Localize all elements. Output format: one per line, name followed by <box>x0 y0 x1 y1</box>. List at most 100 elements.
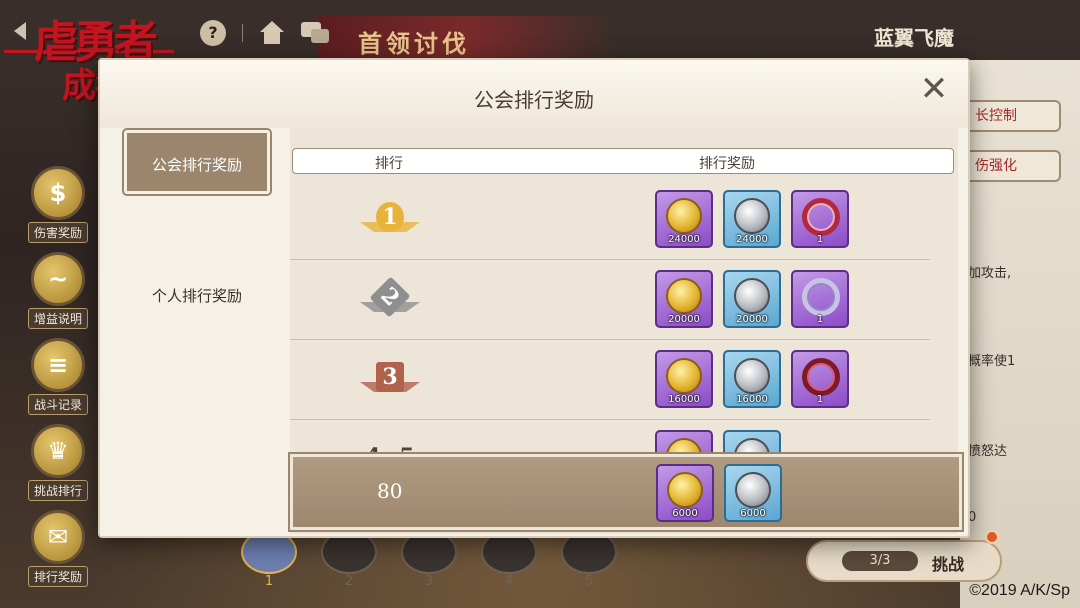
column-header-reward: 排行奖励 <box>699 156 755 172</box>
stage-tab[interactable]: 5 <box>560 530 618 589</box>
reward-item-dark-ring[interactable]: 1 <box>791 350 849 408</box>
stage-tab[interactable]: 3 <box>400 530 458 589</box>
stage-number: 5 <box>584 574 594 589</box>
ring-icon <box>802 278 840 316</box>
stage-tab[interactable]: 2 <box>320 530 378 589</box>
tab-guild-ranking-reward[interactable]: 公会排行奖励 <box>122 128 272 196</box>
tab-personal-ranking-reward[interactable]: 个人排行奖励 <box>124 264 270 328</box>
document-icon: ≡ <box>31 338 85 392</box>
reward-quantity: 16000 <box>736 394 768 405</box>
reward-item-silver-coin[interactable]: 20000 <box>723 270 781 328</box>
reward-quantity: 1 <box>816 394 824 405</box>
reward-quantity: 24000 <box>736 234 768 245</box>
reward-item-gold-coin[interactable]: 6000 <box>656 464 714 522</box>
left-menu-challenge-ranking[interactable]: ♛ 挑战排行 <box>18 424 98 510</box>
reward-item-silver-coin[interactable]: 6000 <box>724 464 782 522</box>
rank-medal-icon: 3 <box>360 352 420 406</box>
help-icon[interactable]: ? <box>200 20 226 46</box>
silver-coin-icon <box>734 278 770 314</box>
my-guild-rank-row: 80 6000 6000 <box>288 452 964 532</box>
stage-number: 2 <box>344 574 354 589</box>
left-menu-label: 增益说明 <box>27 308 88 329</box>
boss-desc-text: 愤怒达 <box>968 444 1008 459</box>
dialog-header: 公会排行奖励 ✕ <box>100 60 968 128</box>
table-row: 3 16000 16000 1 <box>290 340 930 420</box>
home-icon[interactable] <box>259 21 285 45</box>
boss-tag: 长控制 <box>965 100 1061 132</box>
chest-icon: ✉ <box>31 510 85 564</box>
table-row: 1 24000 24000 1 <box>290 180 930 260</box>
left-menu-ranking-reward[interactable]: ✉ 排行奖励 <box>18 510 98 596</box>
stage-number: 1 <box>264 574 274 589</box>
trend-chart-icon: ~ <box>31 252 85 306</box>
boss-name: 蓝翼飞魔 <box>874 26 954 50</box>
reward-item-gold-coin[interactable]: 24000 <box>655 190 713 248</box>
left-menu-damage-reward[interactable]: $ 伤害奖励 <box>18 166 98 252</box>
reward-quantity: 20000 <box>668 314 700 325</box>
left-menu-buff-info[interactable]: ~ 增益说明 <box>18 252 98 338</box>
ring-icon <box>802 198 840 236</box>
table-header: 排行 排行奖励 <box>292 148 954 174</box>
left-menu-label: 排行奖励 <box>27 566 88 587</box>
stage-number: 3 <box>424 574 434 589</box>
reward-quantity: 6000 <box>740 508 766 519</box>
rank-number: 3 <box>376 362 404 392</box>
copyright-text: ©2019 A/K/Sp <box>969 582 1070 599</box>
gold-coin-icon <box>666 198 702 234</box>
top-toolbar: ? <box>200 20 331 46</box>
left-menu-battle-log[interactable]: ≡ 战斗记录 <box>18 338 98 424</box>
stage-tab[interactable]: 4 <box>480 530 538 589</box>
row-rewards: 20000 20000 1 <box>655 270 849 328</box>
silver-coin-icon <box>734 358 770 394</box>
reward-item-silver-coin[interactable]: 24000 <box>723 190 781 248</box>
gold-coin-icon <box>666 278 702 314</box>
reward-item-silver-ring[interactable]: 1 <box>791 270 849 328</box>
stage-number: 4 <box>504 574 514 589</box>
reward-quantity: 1 <box>816 234 824 245</box>
reward-quantity: 20000 <box>736 314 768 325</box>
reward-item-gold-coin[interactable]: 16000 <box>655 350 713 408</box>
challenge-count: 3/3 <box>842 551 918 571</box>
rank-medal-icon: 1 <box>360 192 420 246</box>
challenge-label: 挑战 <box>932 555 965 574</box>
challenge-button[interactable]: 3/3 挑战 <box>806 540 1002 582</box>
left-menu-label: 战斗记录 <box>27 394 88 415</box>
rank-medal-icon: 2 <box>360 272 420 326</box>
silver-coin-icon <box>735 472 771 508</box>
ring-icon <box>802 358 840 396</box>
my-rank-value: 80 <box>377 479 403 503</box>
reward-item-gold-coin[interactable]: 20000 <box>655 270 713 328</box>
close-icon[interactable]: ✕ <box>918 72 950 106</box>
row-rewards: 24000 24000 1 <box>655 190 849 248</box>
reward-quantity: 6000 <box>672 508 698 519</box>
left-menu-label: 伤害奖励 <box>27 222 88 243</box>
boss-tags: 长控制 伤强化 <box>965 100 1061 200</box>
boss-tag: 伤强化 <box>965 150 1061 182</box>
header-title: 首领讨伐 <box>358 30 470 58</box>
dialog-sidebar: 公会排行奖励 个人排行奖励 <box>100 128 290 536</box>
reward-item-silver-coin[interactable]: 16000 <box>723 350 781 408</box>
toolbar-divider <box>242 24 243 42</box>
notification-dot-icon <box>985 530 999 544</box>
money-bag-icon: $ <box>31 166 85 220</box>
left-menu-label: 挑战排行 <box>27 480 88 501</box>
chat-icon[interactable] <box>301 20 331 46</box>
header-banner: 首领讨伐 <box>318 16 618 64</box>
stage-tab[interactable]: 1 <box>240 530 298 589</box>
boss-stage-tabs: 1 2 3 4 5 <box>240 530 618 589</box>
reward-quantity: 1 <box>816 314 824 325</box>
reward-item-red-ring[interactable]: 1 <box>791 190 849 248</box>
silver-coin-icon <box>734 198 770 234</box>
table-row: 2 20000 20000 1 <box>290 260 930 340</box>
boss-desc-text: 概率使1 <box>968 354 1016 369</box>
boss-desc-text: 加攻击, <box>968 266 1012 281</box>
guild-ranking-reward-dialog: 公会排行奖励 ✕ 公会排行奖励 个人排行奖励 排行 排行奖励 1 24000 240… <box>98 58 970 538</box>
gold-coin-icon <box>667 472 703 508</box>
reward-quantity: 16000 <box>668 394 700 405</box>
rank-number: 1 <box>376 202 404 232</box>
left-menu: $ 伤害奖励 ~ 增益说明 ≡ 战斗记录 ♛ 挑战排行 ✉ 排行奖励 <box>18 166 98 596</box>
trophy-icon: ♛ <box>31 424 85 478</box>
dialog-title: 公会排行奖励 <box>474 88 594 112</box>
gold-coin-icon <box>666 358 702 394</box>
row-rewards: 16000 16000 1 <box>655 350 849 408</box>
